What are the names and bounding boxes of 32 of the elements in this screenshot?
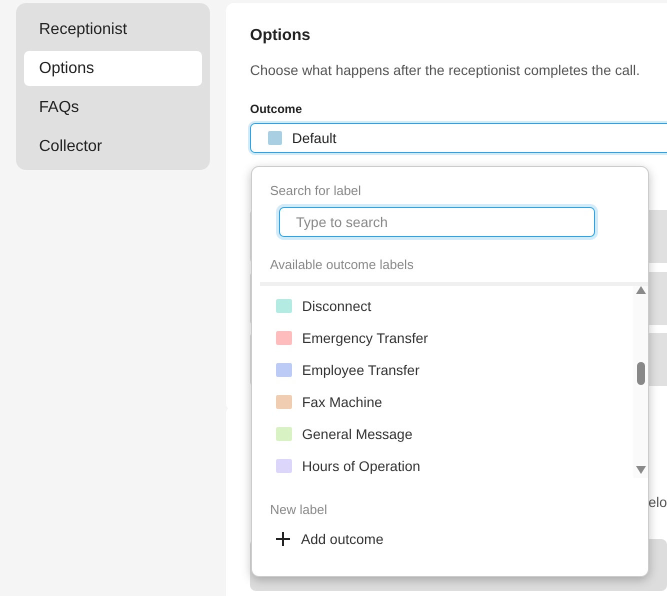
new-label-heading: New label [269,502,328,517]
option-label: Disconnect [302,298,372,314]
option-label: Fax Machine [302,394,382,410]
label-option[interactable]: General Message [260,418,633,450]
option-label: Employee Transfer [302,362,420,378]
outcome-select[interactable]: Default [250,123,667,153]
sidebar-item[interactable]: Receptionist [24,12,202,47]
label-option[interactable]: Disconnect [260,290,633,322]
search-field[interactable]: Type to search [279,207,595,237]
section-description: Choose what happens after the receptionist completes the call. [250,62,641,78]
add-outcome-button[interactable]: Add outcome [275,531,384,547]
selected-value: Default [292,130,336,146]
scroll-thumb[interactable] [637,362,645,385]
search-label: Search for label [269,183,362,198]
label-option[interactable]: Fax Machine [260,386,633,418]
label-option[interactable]: Employee Transfer [260,354,633,386]
list-label: Available outcome labels [269,257,415,272]
scroll-up-icon[interactable] [636,286,646,294]
option-label: Emergency Transfer [302,330,428,346]
field-label: Outcome [250,102,304,116]
option-label: General Message [302,426,413,442]
label-option[interactable]: Emergency Transfer [260,322,633,354]
sidebar-item[interactable]: Collector [24,129,202,164]
sidebar-item[interactable]: Options [24,51,202,86]
scrollbar[interactable] [633,286,648,478]
scroll-down-icon[interactable] [636,466,646,474]
plus-icon [275,531,291,547]
section-title: Options [250,27,312,45]
card-text: elo [648,494,667,510]
sidebar-item[interactable]: FAQs [24,90,202,125]
label-option[interactable]: Hours of Operation [260,450,633,482]
option-label: Hours of Operation [302,458,420,474]
